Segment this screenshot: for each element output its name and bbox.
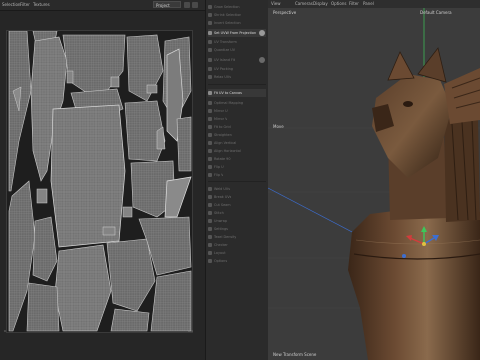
viewport-menu-filter[interactable]: Filter bbox=[349, 1, 359, 6]
uv-editor-panel: Selection Filter Textures Project 0 1,0 bbox=[0, 0, 205, 360]
viewport-menu-display[interactable]: Display bbox=[313, 1, 328, 6]
tool-icon bbox=[208, 157, 212, 161]
menu-selection[interactable]: Selection bbox=[2, 2, 20, 7]
tool-item[interactable]: Rotate 90 bbox=[208, 155, 266, 163]
tool-icon bbox=[208, 75, 212, 79]
tool-item[interactable]: Layout bbox=[208, 249, 266, 257]
tool-icon bbox=[208, 187, 212, 191]
tool-icon bbox=[208, 40, 212, 44]
tool-icon bbox=[208, 31, 212, 35]
tool-icon bbox=[208, 149, 212, 153]
uv-toolbar bbox=[0, 11, 205, 23]
separator bbox=[208, 181, 266, 182]
tool-item[interactable]: Options bbox=[208, 257, 266, 265]
tool-item[interactable]: Grow Selection bbox=[208, 3, 266, 11]
menu-textures[interactable]: Textures bbox=[33, 2, 50, 7]
viewport-menu-view[interactable]: View bbox=[271, 1, 281, 6]
tool-item[interactable]: Stitch bbox=[208, 209, 266, 217]
tool-icon bbox=[208, 141, 212, 145]
tool-item[interactable]: Weld UVs bbox=[208, 185, 266, 193]
tool-item[interactable]: Unwrap bbox=[208, 217, 266, 225]
uv-menubar: Selection Filter Textures Project bbox=[0, 0, 205, 11]
viewport-menu-cameras[interactable]: Cameras bbox=[295, 1, 313, 6]
tool-item[interactable]: Mirror V bbox=[208, 115, 266, 123]
separator bbox=[208, 84, 266, 85]
tool-item[interactable]: Texel Density bbox=[208, 233, 266, 241]
tool-icon bbox=[208, 251, 212, 255]
tool-item[interactable]: Checker bbox=[208, 241, 266, 249]
tool-icon bbox=[208, 211, 212, 215]
tool-icon bbox=[208, 243, 212, 247]
tool-item[interactable]: Optimal Mapping bbox=[208, 99, 266, 107]
viewport-3d[interactable]: View Cameras Display Options Filter Pane… bbox=[268, 0, 480, 360]
tool-item[interactable]: Cut Seam bbox=[208, 201, 266, 209]
viewport-move-label: Move bbox=[273, 124, 284, 129]
tool-icon bbox=[208, 195, 212, 199]
uv-axis-one-label: 1,0 bbox=[188, 329, 193, 333]
tool-item[interactable]: Quantize UV bbox=[208, 46, 266, 54]
tool-item[interactable]: Straighten bbox=[208, 131, 266, 139]
tool-item[interactable]: Shrink Selection bbox=[208, 11, 266, 19]
tool-icon bbox=[208, 125, 212, 129]
options-icon[interactable] bbox=[192, 2, 198, 8]
tool-icon bbox=[208, 259, 212, 263]
tool-item[interactable]: UV Packing bbox=[208, 65, 266, 73]
tool-item[interactable]: Mirror U bbox=[208, 107, 266, 115]
tool-icon bbox=[208, 227, 212, 231]
tool-item-set-uvw[interactable]: Set UVW From Projection bbox=[208, 29, 266, 37]
viewport-menu-options[interactable]: Options bbox=[331, 1, 346, 6]
tool-icon bbox=[208, 117, 212, 121]
tool-item[interactable]: Flip V bbox=[208, 171, 266, 179]
tool-icon bbox=[208, 13, 212, 17]
viewport-menu-panel[interactable]: Panel bbox=[363, 1, 374, 6]
tool-icon bbox=[208, 5, 212, 9]
tool-item[interactable]: Flip U bbox=[208, 163, 266, 171]
tool-icon bbox=[208, 48, 212, 52]
viewport-perspective-label[interactable]: Perspective bbox=[273, 10, 296, 15]
tool-item-fit-uv[interactable]: Fit UV to Canvas bbox=[208, 89, 266, 97]
tool-item[interactable]: Fit to Grid bbox=[208, 123, 266, 131]
tool-item[interactable]: Settings bbox=[208, 225, 266, 233]
tool-icon bbox=[208, 67, 212, 71]
tool-icon bbox=[208, 133, 212, 137]
tool-icon bbox=[208, 21, 212, 25]
uv-canvas[interactable] bbox=[6, 30, 193, 333]
tool-icon bbox=[208, 165, 212, 169]
project-select[interactable]: Project bbox=[153, 1, 181, 8]
tool-item[interactable]: UV Island Fit bbox=[208, 56, 266, 64]
tool-item[interactable]: UV Transform bbox=[208, 38, 266, 46]
viewport-status-text: New Transform Scene bbox=[273, 352, 317, 357]
tool-item[interactable]: Align Vertical bbox=[208, 139, 266, 147]
tool-item[interactable]: Invert Selection bbox=[208, 19, 266, 27]
viewport-scene bbox=[268, 8, 480, 360]
uv-tools-panel: Grow Selection Shrink Selection Invert S… bbox=[205, 0, 269, 360]
gear-icon[interactable] bbox=[259, 57, 265, 63]
tool-icon bbox=[208, 91, 212, 95]
tool-item[interactable]: Relax UVs bbox=[208, 73, 266, 81]
tool-icon bbox=[208, 58, 212, 62]
gear-icon[interactable] bbox=[259, 30, 265, 36]
tool-icon bbox=[208, 235, 212, 239]
tool-icon bbox=[208, 101, 212, 105]
viewport-menubar: View Cameras Display Options Filter Pane… bbox=[268, 0, 480, 8]
tool-icon bbox=[208, 173, 212, 177]
tool-icon bbox=[208, 203, 212, 207]
tool-item[interactable]: Align Horizontal bbox=[208, 147, 266, 155]
uv-islands bbox=[8, 31, 192, 332]
menu-filter[interactable]: Filter bbox=[20, 2, 30, 7]
tool-icon bbox=[208, 219, 212, 223]
uv-axis-zero-label: 0 bbox=[4, 329, 6, 333]
tool-icon bbox=[208, 109, 212, 113]
grid-icon[interactable] bbox=[184, 2, 190, 8]
viewport-camera-label[interactable]: Default Camera bbox=[420, 10, 452, 15]
tool-item[interactable]: Break UVs bbox=[208, 193, 266, 201]
